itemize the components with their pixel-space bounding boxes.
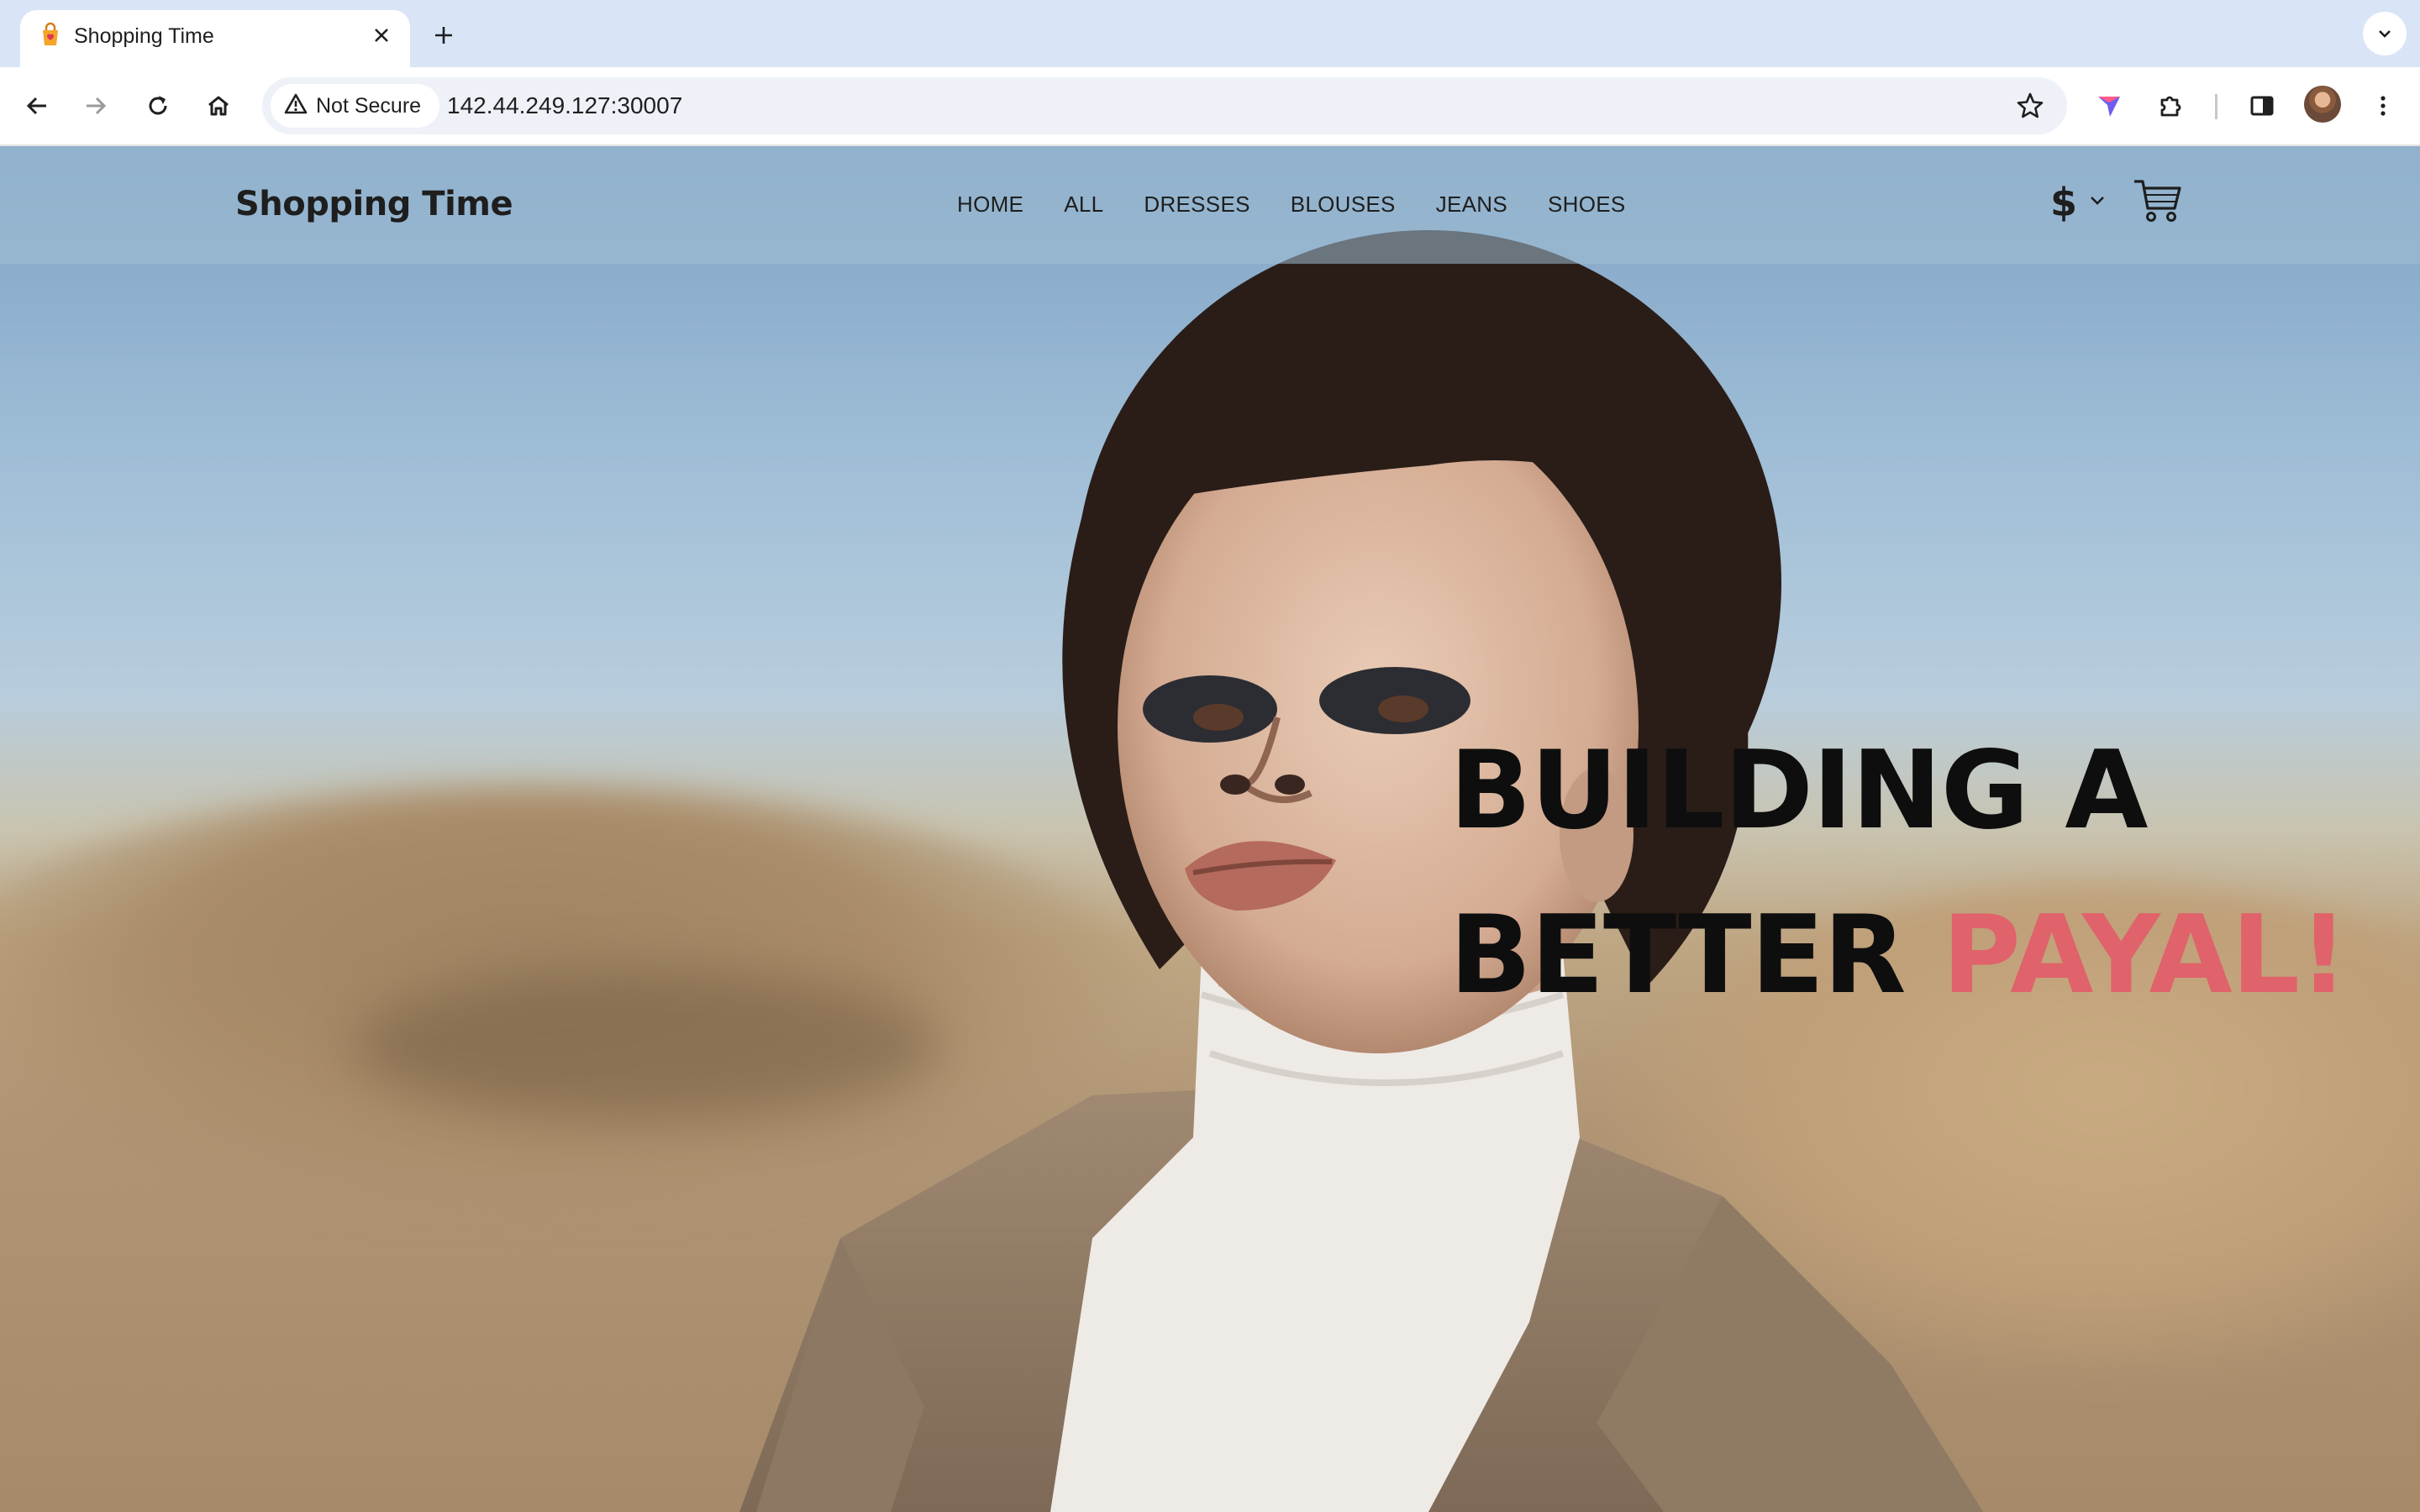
headline-line-2: BETTER PAYAL!: [1449, 874, 2348, 1038]
chevron-down-icon: [2089, 195, 2106, 211]
address-bar[interactable]: Not Secure 142.44.249.127:30007: [262, 77, 2067, 134]
reload-icon[interactable]: [136, 84, 180, 128]
headline-accent: PAYAL!: [1942, 893, 2348, 1018]
new-tab-icon[interactable]: [425, 17, 462, 54]
nav-jeans[interactable]: JEANS: [1436, 192, 1507, 218]
tab-title: Shopping Time: [74, 24, 214, 48]
forward-icon[interactable]: [74, 84, 118, 128]
hero-headline: BUILDING A BETTER PAYAL!: [1449, 709, 2348, 1038]
warning-icon: [284, 92, 308, 120]
toolbar-divider: [2215, 94, 2217, 119]
tab-search-chevron-icon[interactable]: [2363, 12, 2407, 55]
headline-prefix: BETTER: [1449, 893, 1907, 1018]
security-label: Not Secure: [316, 93, 422, 118]
site-header: Shopping Time HOME ALL DRESSES BLOUSES J…: [0, 146, 2420, 264]
nav-all[interactable]: ALL: [1064, 192, 1103, 218]
currency-symbol: $: [2050, 180, 2078, 225]
security-chip[interactable]: Not Secure: [271, 84, 440, 128]
main-nav: HOME ALL DRESSES BLOUSES JEANS SHOES: [957, 192, 1666, 218]
cart-icon[interactable]: [2133, 175, 2183, 225]
browser-tab[interactable]: Shopping Time: [20, 10, 410, 67]
extension-flag-icon[interactable]: [2087, 84, 2131, 128]
headline-line-1: BUILDING A: [1449, 728, 2148, 853]
nav-dresses[interactable]: DRESSES: [1144, 192, 1249, 218]
site-logo[interactable]: Shopping Time: [235, 185, 513, 223]
page-viewport: Shopping Time HOME ALL DRESSES BLOUSES J…: [0, 146, 2420, 1512]
bookmark-star-icon[interactable]: [2008, 84, 2052, 128]
shopping-bag-favicon-icon: [37, 22, 64, 49]
home-icon[interactable]: [197, 84, 240, 128]
side-panel-icon[interactable]: [2240, 84, 2284, 128]
nav-home[interactable]: HOME: [957, 192, 1023, 218]
profile-avatar[interactable]: [2304, 86, 2341, 123]
menu-icon[interactable]: [2361, 84, 2405, 128]
browser-toolbar: Not Secure 142.44.249.127:30007: [0, 67, 2420, 146]
currency-selector[interactable]: $: [2050, 180, 2106, 225]
puzzle-icon[interactable]: [2149, 84, 2193, 128]
nav-blouses[interactable]: BLOUSES: [1291, 192, 1396, 218]
url-text[interactable]: 142.44.249.127:30007: [447, 92, 682, 120]
back-icon[interactable]: [15, 84, 59, 128]
close-tab-icon[interactable]: [366, 20, 397, 50]
tab-strip: Shopping Time: [0, 0, 2420, 67]
nav-shoes[interactable]: SHOES: [1548, 192, 1626, 218]
